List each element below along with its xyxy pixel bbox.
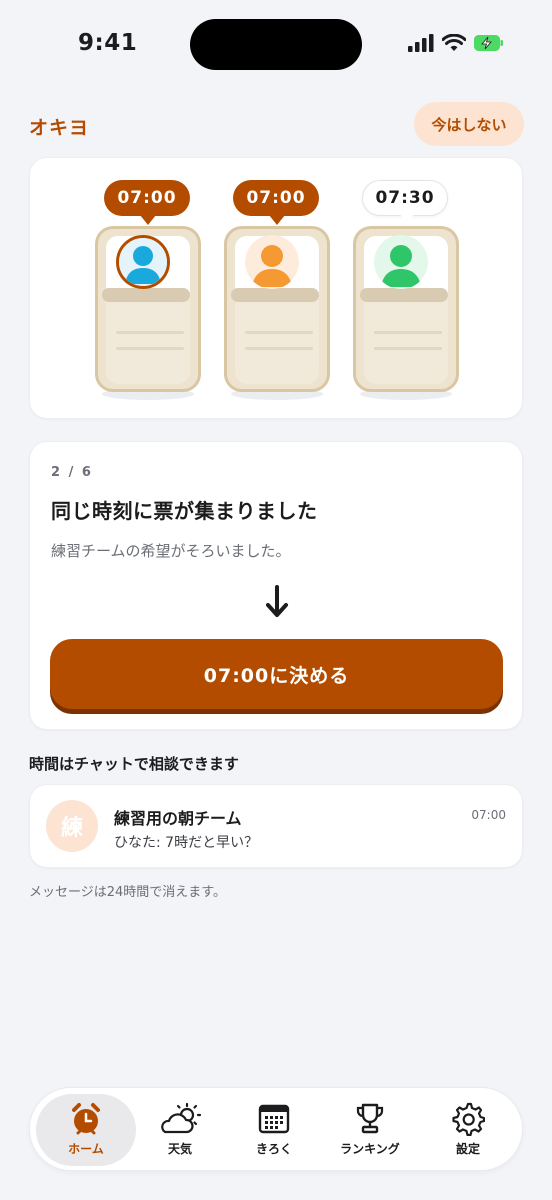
tab-label: 設定 — [455, 1142, 480, 1156]
weather-icon — [161, 1102, 202, 1134]
tab-label: 天気 — [167, 1142, 192, 1156]
vote-illustration-card: 07:00 07:00 07:30 — [29, 157, 523, 419]
skip-button[interactable]: 今はしない — [414, 102, 524, 146]
vote-time: 07:00 — [117, 188, 177, 208]
arrow-down-icon — [266, 585, 288, 617]
app-title: オキヨ — [29, 117, 90, 139]
tab-ranking[interactable]: ランキング — [320, 1094, 420, 1166]
tab-records[interactable]: きろく — [224, 1094, 324, 1166]
step-indicator: 2 / 6 — [51, 465, 93, 480]
chat-avatar: 練 — [46, 800, 98, 852]
member-phone — [353, 226, 459, 392]
vote-time: 07:00 — [246, 188, 306, 208]
vote-time-bubble: 07:30 — [362, 180, 448, 223]
alarm-clock-icon — [72, 1103, 100, 1135]
tab-settings[interactable]: 設定 — [418, 1094, 518, 1166]
tab-weather[interactable]: 天気 — [130, 1094, 230, 1166]
member-avatar-icon — [374, 235, 428, 289]
dynamic-island — [190, 19, 362, 70]
status-time: 9:41 — [78, 30, 138, 56]
gear-icon — [452, 1102, 485, 1136]
vote-time: 07:30 — [375, 188, 435, 208]
bottom-tab-bar: ホーム 天気 きろく ランキング 設定 — [29, 1087, 523, 1171]
calendar-icon — [258, 1104, 290, 1134]
tab-label: きろく — [255, 1142, 292, 1156]
chat-section-heading: 時間はチャットで相談できます — [29, 755, 239, 773]
tab-label: ランキング — [340, 1142, 400, 1156]
member-avatar-icon — [245, 235, 299, 289]
status-bar: 9:41 — [0, 0, 552, 90]
chat-name: 練習用の朝チーム — [114, 809, 242, 828]
tab-home[interactable]: ホーム — [36, 1094, 136, 1166]
vote-time-bubble: 07:00 — [104, 180, 190, 225]
tab-label: ホーム — [68, 1142, 104, 1156]
trophy-icon — [356, 1103, 384, 1134]
chat-expiry-note: メッセージは24時間で消えます。 — [29, 885, 226, 900]
member-phone — [95, 226, 201, 392]
vote-time-bubble: 07:00 — [233, 180, 319, 225]
wifi-icon — [442, 34, 466, 51]
chat-time: 07:00 — [471, 808, 506, 822]
vote-title: 同じ時刻に票が集まりました — [51, 499, 318, 523]
battery-charging-icon — [474, 35, 503, 51]
status-icons — [408, 34, 504, 52]
member-phone — [224, 226, 330, 392]
vote-result-card: 2 / 6 同じ時刻に票が集まりました 練習チームの希望がそろいました。 07:… — [29, 441, 523, 730]
chat-list-item[interactable]: 練 練習用の朝チーム ひなた: 7時だと早い？ 07:00 — [29, 784, 523, 868]
member-avatar-icon — [116, 235, 170, 289]
decide-time-button[interactable]: 07:00に決める — [50, 639, 503, 709]
signal-icon — [408, 34, 434, 52]
vote-subtitle: 練習チームの希望がそろいました。 — [51, 542, 291, 560]
chat-last-message: ひなた: 7時だと早い？ — [114, 835, 259, 851]
